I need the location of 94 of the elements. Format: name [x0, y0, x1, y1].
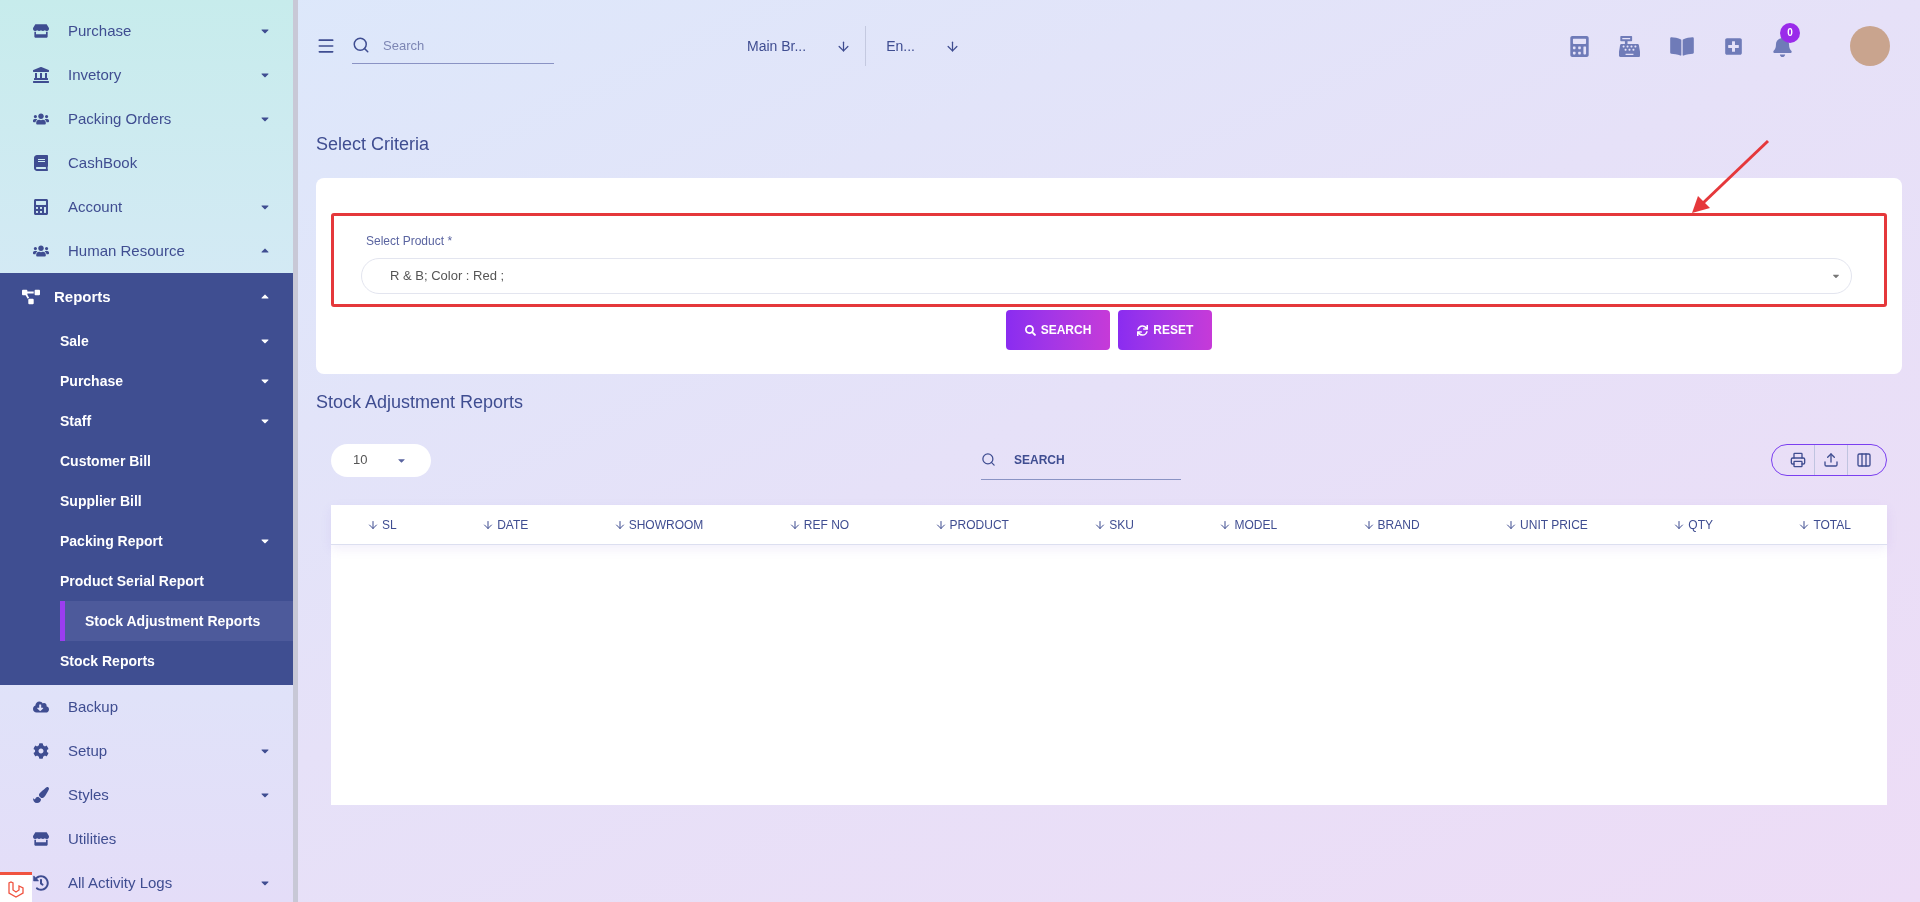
- branch-dropdown[interactable]: Main Br...: [747, 35, 866, 57]
- cash-register-icon[interactable]: [1619, 35, 1640, 57]
- bank-icon: [33, 67, 49, 83]
- menu-item[interactable]: Purchase: [0, 9, 293, 53]
- field-label: Select Product *: [366, 233, 454, 250]
- menu-label: Setup: [68, 740, 109, 761]
- sort-arrow-icon: [1798, 518, 1811, 531]
- submenu-item[interactable]: Customer Bill: [0, 441, 293, 481]
- menu-label: Purchase: [68, 20, 133, 41]
- page-size-select[interactable]: 10: [331, 443, 431, 477]
- sort-arrow-icon: [1094, 518, 1107, 531]
- menu-label: Styles: [68, 784, 110, 805]
- menu-item[interactable]: Styles: [0, 773, 293, 817]
- refresh-icon: [1137, 324, 1149, 336]
- submenu-item[interactable]: Stock Reports: [0, 641, 293, 681]
- arrow-down-icon: [836, 38, 852, 54]
- sort-arrow-icon: [613, 518, 626, 531]
- cloud-download-icon: [33, 699, 49, 715]
- history-icon: [33, 875, 49, 891]
- sort-arrow-icon: [788, 518, 801, 531]
- menu-item[interactable]: Utilities: [0, 817, 293, 861]
- avatar[interactable]: [1850, 26, 1890, 66]
- column-header[interactable]: REF NO: [788, 515, 850, 534]
- column-header[interactable]: MODEL: [1219, 515, 1278, 534]
- search-icon: [981, 452, 996, 467]
- table-search-field[interactable]: SEARCH: [981, 440, 1181, 480]
- menu-label: Backup: [68, 696, 120, 717]
- sort-arrow-icon: [1673, 518, 1686, 531]
- arrow-down-icon: [944, 38, 960, 54]
- column-header[interactable]: UNIT PRICE: [1505, 515, 1588, 534]
- submenu-item[interactable]: Supplier Bill: [0, 481, 293, 521]
- search-icon: [352, 36, 370, 54]
- section-title: Stock Adjustment Reports: [316, 390, 524, 414]
- framework-logo-toast[interactable]: [0, 872, 32, 902]
- menu-label: Reports: [54, 286, 112, 307]
- search-field[interactable]: Search: [352, 28, 554, 64]
- columns-icon[interactable]: [1856, 452, 1872, 468]
- brush-icon: [33, 787, 49, 803]
- menu-label: All Activity Logs: [68, 872, 174, 893]
- menu-label: Utilities: [68, 828, 118, 849]
- submenu-item[interactable]: Packing Report: [0, 521, 293, 561]
- notification-badge: 0: [1780, 22, 1800, 43]
- menu-label: Invetory: [68, 64, 123, 85]
- column-header[interactable]: QTY: [1673, 515, 1713, 534]
- calculator-icon: [33, 199, 49, 215]
- column-header[interactable]: SKU: [1094, 515, 1135, 534]
- menu-label: Packing Orders: [68, 108, 173, 129]
- sort-arrow-icon: [1505, 518, 1518, 531]
- menu-item[interactable]: Setup: [0, 729, 293, 773]
- book-icon[interactable]: [1670, 35, 1694, 57]
- submenu-item[interactable]: Purchase: [0, 361, 293, 401]
- menu-item[interactable]: Reports: [0, 273, 293, 321]
- column-header[interactable]: SHOWROOM: [613, 515, 704, 534]
- menu-item[interactable]: Account: [0, 185, 293, 229]
- menu-item[interactable]: Packing Orders: [0, 97, 293, 141]
- store-icon: [33, 23, 49, 39]
- sort-arrow-icon: [482, 518, 495, 531]
- sort-arrow-icon: [934, 518, 947, 531]
- users-icon: [33, 243, 49, 259]
- menu-item[interactable]: Backup: [0, 685, 293, 729]
- submenu-item[interactable]: Sale: [0, 321, 293, 361]
- menu-item[interactable]: CashBook: [0, 141, 293, 185]
- menu-label: Account: [68, 196, 124, 217]
- store-icon: [33, 831, 49, 847]
- language-dropdown[interactable]: En...: [866, 35, 960, 57]
- hierarchy-icon: [22, 288, 40, 306]
- settings-icon: [33, 743, 49, 759]
- sort-arrow-icon: [1219, 518, 1232, 531]
- column-header[interactable]: TOTAL: [1798, 515, 1851, 534]
- submenu-item[interactable]: Staff: [0, 401, 293, 441]
- column-header[interactable]: DATE: [482, 515, 529, 534]
- menu-item[interactable]: Human Resource: [0, 229, 293, 273]
- section-title: Select Criteria: [316, 132, 430, 156]
- book-icon: [33, 155, 49, 171]
- submenu-item[interactable]: Product Serial Report: [0, 561, 293, 601]
- upload-icon[interactable]: [1823, 452, 1839, 468]
- menu-label: CashBook: [68, 152, 139, 173]
- search-icon: [1024, 324, 1036, 336]
- column-header[interactable]: SL: [367, 515, 397, 534]
- calculator-icon[interactable]: [1570, 35, 1589, 57]
- search-button[interactable]: SEARCH: [1005, 310, 1111, 350]
- sort-arrow-icon: [367, 518, 379, 531]
- menu-icon[interactable]: [316, 36, 336, 56]
- menu-item[interactable]: All Activity Logs: [0, 861, 293, 902]
- reset-button[interactable]: RESET: [1118, 310, 1213, 350]
- users-icon: [33, 111, 49, 127]
- plus-icon[interactable]: [1724, 36, 1743, 56]
- menu-item[interactable]: Invetory: [0, 53, 293, 97]
- print-icon[interactable]: [1790, 452, 1806, 468]
- submenu-item[interactable]: Stock Adjustment Reports: [60, 601, 293, 641]
- menu-label: Human Resource: [68, 240, 186, 261]
- column-header[interactable]: BRAND: [1362, 515, 1420, 534]
- column-header[interactable]: PRODUCT: [934, 515, 1009, 534]
- sort-arrow-icon: [1362, 518, 1375, 531]
